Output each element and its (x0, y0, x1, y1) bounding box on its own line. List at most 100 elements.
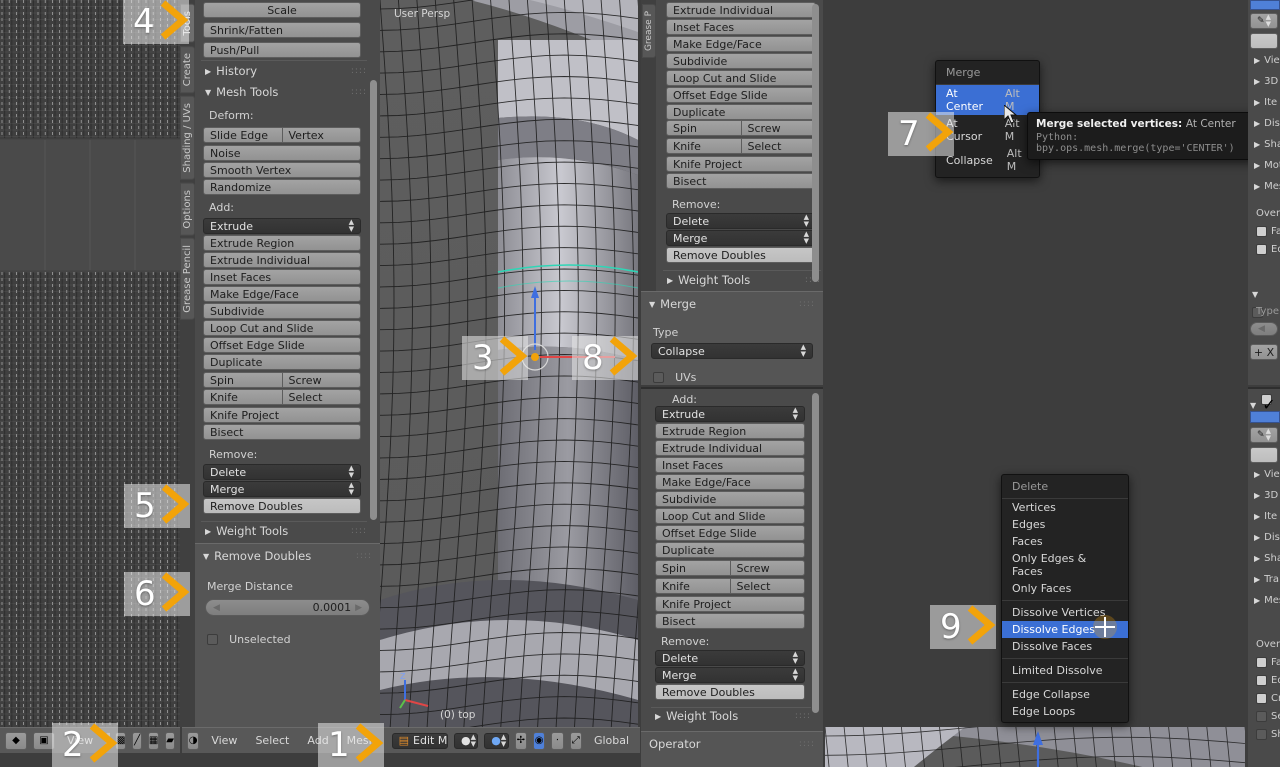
knife-select-row-3[interactable]: Knife Select (655, 578, 805, 594)
tool-select-3[interactable]: Select (730, 578, 805, 594)
checkbox-icon[interactable] (1256, 244, 1267, 255)
tool-remove-doubles-2[interactable]: Remove Doubles (666, 247, 816, 263)
tool-duplicate[interactable]: Duplicate (666, 104, 816, 120)
checkbox-icon[interactable] (1256, 711, 1267, 722)
sidebar-row-shading[interactable]: ▶ Sha (1250, 139, 1280, 150)
tool-subdivide[interactable]: Subdivide (203, 303, 361, 319)
weight-tools-section-header[interactable]: ▶ Weight Tools :::: (205, 524, 367, 538)
remove-merge-select[interactable]: Merge ▲ ▼ (203, 481, 361, 497)
uv-select-face-icon[interactable]: ▦ (147, 731, 160, 750)
operator-panel-remove-doubles[interactable]: ▼ Remove Doubles :::: Merge Distance ◀ 0… (195, 543, 380, 727)
shading-select[interactable]: ● ▲ ▼ (453, 732, 479, 749)
uv-select-edge-icon[interactable]: ╱ (132, 731, 142, 750)
editor-type-icon[interactable]: ◆ (5, 731, 27, 750)
tool-inset-faces[interactable]: Inset Faces (666, 19, 816, 35)
remove-delete-select-2[interactable]: Delete ▲ ▼ (666, 213, 816, 229)
delete-popup-menu[interactable]: Delete Vertices Edges Faces Only Edges & Fa… (1001, 474, 1129, 723)
sidebar-row-mesh-display[interactable]: ▶Mes (1250, 181, 1280, 192)
mesh-tools-section-header[interactable]: ▼ Mesh Tools :::: (205, 85, 367, 99)
toolshelf-3-scrollbar[interactable] (812, 393, 819, 713)
delete-menu-item-edge-loops[interactable]: Edge Loops (1002, 703, 1128, 720)
add-extrude-select[interactable]: Extrude ▲ ▼ (203, 218, 361, 234)
tool-duplicate[interactable]: Duplicate (655, 542, 805, 558)
snap-icon[interactable]: ✢ (514, 731, 527, 750)
falloff-icon[interactable]: ⋅ (551, 731, 564, 750)
tool-spin-3[interactable]: Spin (655, 560, 731, 576)
delete-menu-item-edge-collapse[interactable]: Edge Collapse (1002, 686, 1128, 703)
delete-menu-item-only-faces[interactable]: Only Faces (1002, 580, 1128, 597)
weight-tools-section-header-2[interactable]: ▶ Weight Tools :::: (667, 273, 821, 287)
spin-screw-row-3[interactable]: Spin Screw (655, 560, 805, 576)
tab-grease-pencil-2[interactable]: Grease P (641, 4, 656, 59)
sidebar-checks-top[interactable]: Fa Ed (1252, 226, 1280, 255)
menu-select[interactable]: Select (249, 734, 295, 747)
tool-bisect-2[interactable]: Bisect (666, 173, 816, 189)
sidebar-blank-button[interactable] (1250, 33, 1278, 49)
tool-extrude-individual[interactable]: Extrude Individual (666, 2, 816, 18)
toolshelf-2-scrollbar[interactable] (812, 4, 819, 282)
sidebar-check-seams[interactable]: Se (1252, 711, 1280, 722)
menu-view[interactable]: View (205, 734, 243, 747)
tool-knife-3[interactable]: Knife (655, 578, 731, 594)
delete-menu-items[interactable]: Vertices Edges Faces Only Edges & Faces Only… (1002, 499, 1128, 720)
tool-make-edge-face[interactable]: Make Edge/Face (655, 474, 805, 490)
tool-bisect-3[interactable]: Bisect (655, 613, 805, 629)
weight-tools-section-header-3[interactable]: ▶ Weight Tools :::: (655, 709, 811, 723)
deform-slide-row[interactable]: Slide Edge Vertex (203, 127, 361, 143)
tool-slide-edge[interactable]: Slide Edge (203, 127, 283, 143)
slider-left-arrow-icon[interactable]: ◀ (213, 603, 220, 613)
checkbox-icon[interactable] (1256, 657, 1267, 668)
tool-screw-2[interactable]: Screw (741, 120, 816, 136)
unselected-checkbox-row[interactable]: Unselected (195, 616, 380, 647)
viewport-3d-top-right[interactable] (825, 727, 1245, 767)
sidebar-active-row-bottom[interactable] (1250, 411, 1280, 423)
sidebar-row-motion-tracking[interactable]: ▶Mot (1250, 160, 1280, 171)
sidebar-check-creases[interactable]: Cr (1252, 693, 1280, 704)
delete-menu-item-edges[interactable]: Edges (1002, 516, 1128, 533)
toolshelf-panel-3[interactable]: Add: Extrude ▲ ▼ Extrude Region Extrude In… (641, 387, 823, 767)
proportional-edit-icon[interactable]: ◉ (532, 731, 546, 750)
sidebar-row-view[interactable]: ▶ Vie (1250, 55, 1280, 66)
tab-options[interactable]: Options (180, 182, 195, 236)
tool-knife-2[interactable]: Knife (666, 138, 742, 154)
properties-sidebar-bottom[interactable]: ▼ ✓ ✎ ▲▼ ▶Vie▶3D ▶Ite▶Dis▶Sha▶Tra▶Mes Ov… (1248, 387, 1280, 767)
tool-knife[interactable]: Knife (203, 389, 283, 405)
tab-create[interactable]: Create (180, 45, 195, 93)
tool-offset-edge-slide[interactable]: Offset Edge Slide (666, 87, 816, 103)
color-picker-button-bottom[interactable]: ✎ ▲ ▼ (1250, 427, 1278, 443)
sidebar-slider[interactable]: ◀ (1250, 322, 1278, 336)
checkbox-icon[interactable] (1256, 675, 1267, 686)
merge-type-select[interactable]: Collapse ▲ ▼ (651, 343, 813, 359)
tool-loop-cut-and-slide[interactable]: Loop Cut and Slide (655, 508, 805, 524)
tool-offset-edge-slide[interactable]: Offset Edge Slide (203, 337, 361, 353)
add-extrude-select-3[interactable]: Extrude ▲ ▼ (655, 406, 805, 422)
tool-screw-3[interactable]: Screw (730, 560, 805, 576)
knife-select-row-2[interactable]: Knife Select (666, 138, 816, 154)
checkbox-icon[interactable] (653, 372, 664, 383)
delete-menu-item-only-edges-faces[interactable]: Only Edges & Faces (1002, 550, 1128, 580)
sidebar-check-faces[interactable]: Fa (1252, 657, 1280, 668)
sidebar-check-faces[interactable]: Fa (1252, 226, 1280, 237)
uv-select-island-icon[interactable]: ▰ (165, 731, 175, 750)
delete-menu-item-limited-dissolve[interactable]: Limited Dissolve (1002, 662, 1128, 679)
tool-knife-project-3[interactable]: Knife Project (655, 596, 805, 612)
tool-screw[interactable]: Screw (282, 372, 361, 388)
tool-spin[interactable]: Spin (203, 372, 283, 388)
add-tool-list-3[interactable]: Extrude Region Extrude Individual Inset Fa… (655, 423, 805, 558)
sidebar-rows-top[interactable]: ▶Vie▶3D ▶Ite▶Dis▶Sha▶Mot▶Mes (1250, 55, 1280, 192)
tool-scale[interactable]: Scale (203, 2, 361, 18)
tool-remove-doubles[interactable]: Remove Doubles (203, 498, 361, 514)
tool-duplicate[interactable]: Duplicate (203, 354, 361, 370)
tool-push-pull[interactable]: Push/Pull (203, 42, 361, 58)
tool-select-2[interactable]: Select (741, 138, 816, 154)
toolshelf-panel[interactable]: Scale Shrink/Fatten Push/Pull ▶ History … (195, 0, 561, 727)
delete-menu-item-vertices[interactable]: Vertices (1002, 499, 1128, 516)
delete-menu-item-dissolve-faces[interactable]: Dissolve Faces (1002, 638, 1128, 655)
tool-bisect[interactable]: Bisect (203, 424, 361, 440)
sidebar-row-3d-cursor[interactable]: ▶ 3D (1250, 76, 1280, 87)
sidebar-rows-bottom[interactable]: ▶Vie▶3D ▶Ite▶Dis▶Sha▶Tra▶Mes (1250, 469, 1280, 606)
spin-screw-row-2[interactable]: Spin Screw (666, 120, 816, 136)
sidebar-row-item[interactable]: ▶ Ite (1250, 97, 1280, 108)
sidebar-check-edges[interactable]: Ed (1252, 675, 1280, 686)
spin-screw-row[interactable]: Spin Screw (203, 372, 361, 388)
